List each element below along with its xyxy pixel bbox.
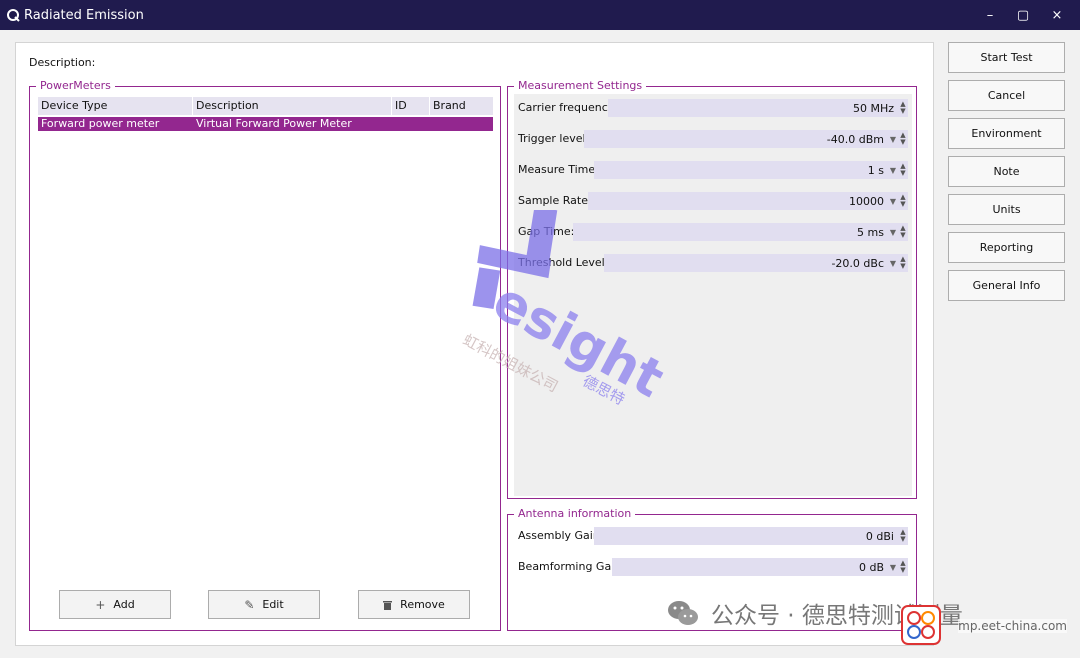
cell-device-type: Forward power meter xyxy=(41,117,160,130)
spin-arrows-icon[interactable]: ▲ ▼ xyxy=(898,225,908,239)
gap-time-spinbox[interactable]: 5 ms ▼ ▲ ▼ xyxy=(573,223,908,241)
column-header-description[interactable]: Description xyxy=(193,97,392,115)
app-logo-icon xyxy=(7,9,20,22)
spin-arrows-icon[interactable]: ▲ ▼ xyxy=(898,132,908,146)
threshold-level-label: Threshold Level: xyxy=(518,254,611,272)
plus-icon: + xyxy=(95,597,106,612)
chevron-down-icon[interactable]: ▼ xyxy=(888,228,898,237)
chevron-down-icon[interactable]: ▼ xyxy=(888,259,898,268)
column-header-id[interactable]: ID xyxy=(392,97,430,115)
close-button[interactable]: × xyxy=(1040,0,1074,30)
gap-time-value: 5 ms xyxy=(857,225,884,239)
chevron-down-icon[interactable]: ▼ xyxy=(888,166,898,175)
units-button[interactable]: Units xyxy=(948,194,1065,225)
pencil-icon: ✎ xyxy=(244,597,255,612)
antenna-info-group: Antenna information Assembly Gain: 0 dBi… xyxy=(507,507,917,631)
column-header-brand[interactable]: Brand xyxy=(430,97,493,115)
measure-time-value: 1 s xyxy=(867,163,884,177)
threshold-level-row: Threshold Level: -20.0 dBc ▼ ▲ ▼ xyxy=(518,254,908,272)
sample-rate-spinbox[interactable]: 10000 ▼ ▲ ▼ xyxy=(588,192,908,210)
add-button-label: Add xyxy=(113,598,135,611)
sample-rate-row: Sample Rate: 10000 ▼ ▲ ▼ xyxy=(518,192,908,210)
measurement-settings-group: Measurement Settings Carrier frequency: … xyxy=(507,79,917,499)
reporting-button[interactable]: Reporting xyxy=(948,232,1065,263)
remove-button-label: Remove xyxy=(400,598,445,611)
note-button[interactable]: Note xyxy=(948,156,1065,187)
spin-arrows-icon[interactable]: ▲ ▼ xyxy=(898,194,908,208)
cell-id xyxy=(392,117,430,131)
cell-brand xyxy=(430,117,493,131)
gap-time-label: Gap Time: xyxy=(518,223,577,241)
trigger-level-value: -40.0 dBm xyxy=(826,132,884,146)
chevron-down-icon[interactable]: ▼ xyxy=(888,197,898,206)
title-bar: Radiated Emission – ▢ × xyxy=(0,0,1080,30)
add-button[interactable]: + Add xyxy=(59,590,171,619)
assembly-gain-value: 0 dBi xyxy=(865,529,894,543)
minimize-button[interactable]: – xyxy=(973,0,1007,30)
main-panel: Description: PowerMeters Device Type Des… xyxy=(15,42,934,646)
remove-button[interactable]: Remove xyxy=(358,590,470,619)
beamforming-gain-spinbox[interactable]: 0 dB ▼ ▲ ▼ xyxy=(612,558,908,576)
settings-background xyxy=(514,94,912,496)
description-label: Description: xyxy=(29,56,96,69)
carrier-frequency-value: 50 MHz xyxy=(852,101,894,115)
beamforming-gain-row: Beamforming Gain: 0 dB ▼ ▲ ▼ xyxy=(518,558,908,576)
maximize-button[interactable]: ▢ xyxy=(1006,0,1040,30)
spin-arrows-icon[interactable]: ▲ ▼ xyxy=(898,529,908,543)
sample-rate-label: Sample Rate: xyxy=(518,192,594,210)
start-test-button[interactable]: Start Test xyxy=(948,42,1065,73)
trash-icon xyxy=(383,600,393,610)
edit-button[interactable]: ✎ Edit xyxy=(208,590,320,619)
measure-time-spinbox[interactable]: 1 s ▼ ▲ ▼ xyxy=(594,161,908,179)
chevron-down-icon[interactable]: ▼ xyxy=(888,135,898,144)
edit-button-label: Edit xyxy=(262,598,284,611)
measure-time-row: Measure Time: 1 s ▼ ▲ ▼ xyxy=(518,161,908,179)
cancel-button[interactable]: Cancel xyxy=(948,80,1065,111)
chevron-down-icon[interactable]: ▼ xyxy=(888,563,898,572)
carrier-frequency-spinbox[interactable]: 50 MHz ▲ ▼ xyxy=(608,99,908,117)
dialog-client-area: Description: PowerMeters Device Type Des… xyxy=(0,30,1080,658)
carrier-frequency-label: Carrier frequency: xyxy=(518,99,620,117)
trigger-level-spinbox[interactable]: -40.0 dBm ▼ ▲ ▼ xyxy=(584,130,908,148)
beamforming-gain-value: 0 dB xyxy=(858,560,884,574)
table-row[interactable]: Forward power meter Virtual Forward Powe… xyxy=(38,117,493,131)
trigger-level-label: Trigger level: xyxy=(518,130,592,148)
spin-arrows-icon[interactable]: ▲ ▼ xyxy=(898,101,908,115)
trigger-level-row: Trigger level: -40.0 dBm ▼ ▲ ▼ xyxy=(518,130,908,148)
beamforming-gain-label: Beamforming Gain: xyxy=(518,558,627,576)
spin-arrows-icon[interactable]: ▲ ▼ xyxy=(898,256,908,270)
threshold-level-spinbox[interactable]: -20.0 dBc ▼ ▲ ▼ xyxy=(604,254,908,272)
spin-arrows-icon[interactable]: ▲ ▼ xyxy=(898,163,908,177)
powermeters-table-header: Device Type Description ID Brand xyxy=(38,97,493,115)
cell-description: Virtual Forward Power Meter xyxy=(196,117,352,130)
environment-button[interactable]: Environment xyxy=(948,118,1065,149)
measure-time-label: Measure Time: xyxy=(518,161,601,179)
gap-time-row: Gap Time: 5 ms ▼ ▲ ▼ xyxy=(518,223,908,241)
powermeters-legend: PowerMeters xyxy=(36,79,115,93)
powermeters-group: PowerMeters Device Type Description ID B… xyxy=(29,79,501,631)
sample-rate-value: 10000 xyxy=(849,194,884,208)
assembly-gain-label: Assembly Gain: xyxy=(518,527,606,545)
general-info-button[interactable]: General Info xyxy=(948,270,1065,301)
spin-arrows-icon[interactable]: ▲ ▼ xyxy=(898,560,908,574)
antenna-info-legend: Antenna information xyxy=(514,507,636,521)
measurement-settings-legend: Measurement Settings xyxy=(514,79,647,93)
assembly-gain-row: Assembly Gain: 0 dBi ▲ ▼ xyxy=(518,527,908,545)
assembly-gain-spinbox[interactable]: 0 dBi ▲ ▼ xyxy=(594,527,908,545)
carrier-frequency-row: Carrier frequency: 50 MHz ▲ ▼ xyxy=(518,99,908,117)
threshold-level-value: -20.0 dBc xyxy=(831,256,884,270)
window-title: Radiated Emission xyxy=(24,7,144,23)
column-header-device-type[interactable]: Device Type xyxy=(38,97,193,115)
